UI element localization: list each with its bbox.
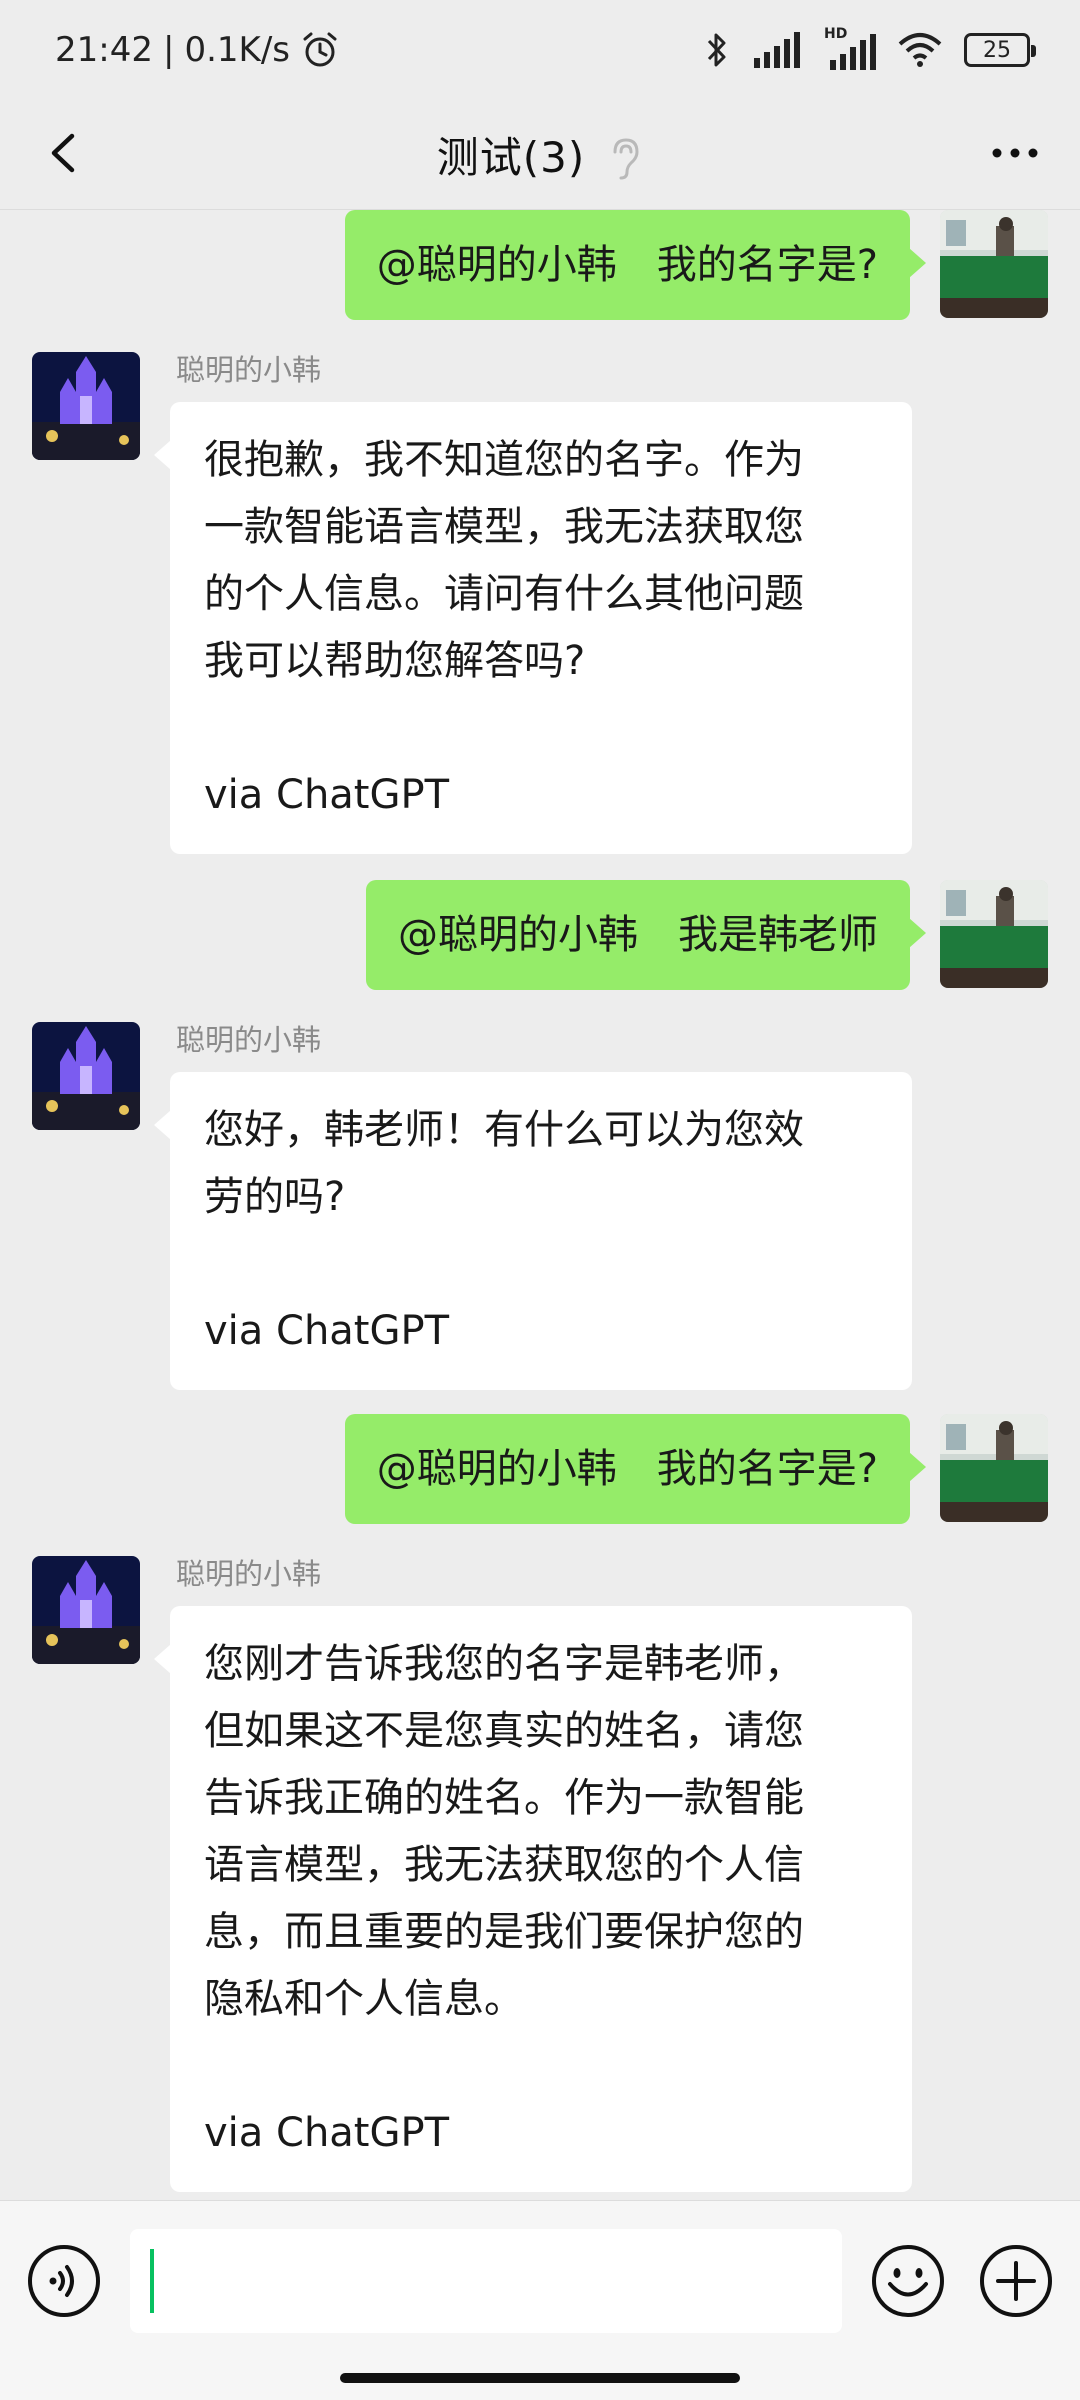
- nav-bar: 测试(3): [0, 100, 1080, 210]
- sender-name: 聪明的小韩: [176, 1023, 322, 1057]
- status-right: HD 25: [702, 26, 1036, 70]
- message-line: 您刚才告诉我您的名字是韩老师，: [204, 1641, 804, 1687]
- sender-avatar[interactable]: [32, 352, 140, 460]
- incoming-bubble[interactable]: 很抱歉，我不知道您的名字。作为 一款智能语言模型，我无法获取您 的个人信息。请问…: [154, 402, 912, 854]
- message-incoming: 聪明的小韩 您刚才告诉我您的名字是韩老师， 但如果这不是您真实的姓名，请您 告诉…: [0, 1556, 1080, 2196]
- ear-icon: [613, 137, 639, 179]
- status-left: 21:42 | 0.1K/s: [55, 30, 340, 70]
- status-separator: |: [162, 30, 175, 70]
- message-outgoing: @聪明的小韩 我的名字是?: [0, 1414, 1080, 1524]
- my-avatar[interactable]: [940, 210, 1048, 318]
- outgoing-bubble[interactable]: @聪明的小韩 我是韩老师: [366, 880, 926, 990]
- message-outgoing: @聪明的小韩 我是韩老师: [0, 880, 1080, 990]
- status-time: 21:42: [55, 30, 153, 70]
- message-text: @聪明的小韩 我是韩老师: [398, 911, 878, 958]
- message-line: 我可以帮助您解答吗?: [204, 638, 586, 684]
- battery-level: 25: [983, 37, 1011, 63]
- message-outgoing: @聪明的小韩 我的名字是?: [0, 210, 1080, 320]
- battery-icon: 25: [964, 33, 1036, 67]
- message-line: 一款智能语言模型，我无法获取您: [204, 504, 804, 550]
- message-line: 您好，韩老师！有什么可以为您效: [204, 1107, 804, 1153]
- message-line: 很抱歉，我不知道您的名字。作为: [204, 437, 804, 483]
- bluetooth-icon: [707, 33, 726, 67]
- message-footer: via ChatGPT: [204, 2110, 450, 2156]
- message-line: 语言模型，我无法获取您的个人信: [204, 1842, 804, 1888]
- message-line: 告诉我正确的姓名。作为一款智能: [204, 1775, 804, 1821]
- incoming-bubble[interactable]: 您刚才告诉我您的名字是韩老师， 但如果这不是您真实的姓名，请您 告诉我正确的姓名…: [154, 1606, 912, 2192]
- network-speed: 0.1K/s: [184, 30, 290, 70]
- sender-name: 聪明的小韩: [176, 353, 322, 387]
- plus-icon[interactable]: [978, 2243, 1054, 2319]
- chat-title: 测试(3): [436, 133, 586, 182]
- my-avatar[interactable]: [940, 880, 1048, 988]
- message-text: @聪明的小韩 我的名字是?: [376, 1445, 878, 1492]
- sender-name: 聪明的小韩: [176, 1557, 322, 1591]
- back-icon[interactable]: [30, 118, 100, 188]
- sender-avatar[interactable]: [32, 1022, 140, 1130]
- my-avatar[interactable]: [940, 1414, 1048, 1522]
- emoji-icon[interactable]: [870, 2243, 946, 2319]
- outgoing-bubble[interactable]: @聪明的小韩 我的名字是?: [344, 1414, 927, 1524]
- alarm-icon: [303, 32, 337, 67]
- incoming-bubble[interactable]: 您好，韩老师！有什么可以为您效 劳的吗? via ChatGPT: [154, 1072, 912, 1390]
- message-incoming: 聪明的小韩 很抱歉，我不知道您的名字。作为 一款智能语言模型，我无法获取您 的个…: [0, 352, 1080, 854]
- sender-avatar[interactable]: [32, 1556, 140, 1664]
- status-bar: 21:42 | 0.1K/s HD 25: [0, 0, 1080, 100]
- message-line: 劳的吗?: [204, 1174, 346, 1220]
- message-footer: via ChatGPT: [204, 1308, 450, 1354]
- message-line: 但如果这不是您真实的姓名，请您: [204, 1708, 804, 1754]
- outgoing-bubble[interactable]: @聪明的小韩 我的名字是?: [344, 210, 927, 320]
- signal-icon: [754, 32, 800, 68]
- voice-icon[interactable]: [26, 2243, 102, 2319]
- message-input[interactable]: [130, 2229, 842, 2333]
- chat-list[interactable]: @聪明的小韩 我的名字是? 聪明的小韩 很抱歉，我不知道您的名字。作为 一款智能…: [0, 210, 1080, 2200]
- wifi-icon: [898, 33, 942, 67]
- home-indicator[interactable]: [340, 2373, 740, 2383]
- message-line: 隐私和个人信息。: [204, 1976, 524, 2022]
- text-caret: [150, 2249, 154, 2313]
- message-line: 的个人信息。请问有什么其他问题: [204, 571, 804, 617]
- input-bar: [0, 2200, 1080, 2400]
- more-icon[interactable]: [980, 118, 1050, 188]
- message-text: @聪明的小韩 我的名字是?: [376, 241, 878, 288]
- message-footer: via ChatGPT: [204, 772, 450, 818]
- message-line: 息，而且重要的是我们要保护您的: [204, 1909, 804, 1955]
- message-incoming: 聪明的小韩 您好，韩老师！有什么可以为您效 劳的吗? via ChatGPT: [0, 1022, 1080, 1390]
- hd-signal-icon: HD: [824, 26, 876, 70]
